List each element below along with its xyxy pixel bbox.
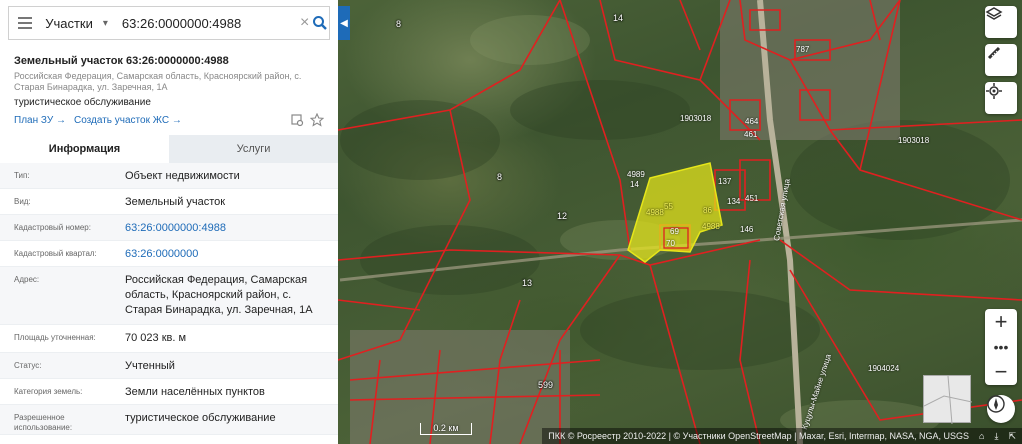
plot-label: 464 (745, 117, 759, 126)
object-address: Российская Федерация, Самарская область,… (14, 71, 302, 92)
map-label: 8 (396, 19, 402, 29)
map-label: 8 (497, 172, 503, 182)
quarter-label: 1904024 (868, 364, 900, 373)
plot-label: 69 (670, 227, 679, 236)
locate-button[interactable] (985, 82, 1017, 114)
layers-button[interactable] (985, 6, 1017, 38)
chevron-down-icon[interactable]: ▾ (103, 18, 108, 29)
crosshair-icon (986, 83, 1002, 99)
object-purpose: туристическое обслуживание (14, 97, 151, 108)
plot-label: 461 (744, 130, 758, 139)
info-key: Статус: (14, 361, 42, 370)
info-row: Разрешенное использование: туристическое… (0, 405, 338, 435)
plot-label: 787 (796, 45, 810, 54)
info-row: Статус: Учтенный (0, 353, 338, 379)
info-key: Кадастровый квартал: (14, 249, 97, 258)
map-label: 599 (538, 380, 554, 390)
search-category[interactable]: Участки (45, 16, 93, 31)
map-label: 13 (522, 278, 533, 288)
scale-bar: 0.2 км (420, 423, 472, 435)
measure-button[interactable] (985, 44, 1017, 76)
info-key: Тип: (14, 171, 30, 180)
info-value: туристическое обслуживание (125, 412, 276, 424)
plot-label: 146 (740, 225, 754, 234)
map-label: 12 (557, 211, 568, 221)
search-icon (313, 16, 328, 30)
info-row: Кадастровый номер: 63:26:0000000:4988 (0, 215, 338, 241)
quarter-label: 1903018 (680, 114, 712, 123)
layers-icon (985, 7, 1003, 20)
plot-label: 14 (630, 180, 639, 189)
parcel-label: 86 (703, 206, 712, 215)
info-key: Вид: (14, 197, 31, 206)
info-value: Земли населённых пунктов (125, 386, 265, 398)
plot-label: 137 (718, 177, 732, 186)
chevron-left-icon: ◀ (340, 17, 348, 29)
cadastral-number-link[interactable]: 63:26:0000000:4988 (125, 221, 325, 236)
info-table: Тип: Объект недвижимости Вид: Земельный … (0, 163, 338, 435)
menu-icon[interactable] (17, 6, 33, 40)
tab-services[interactable]: Услуги (169, 135, 338, 163)
info-row: Адрес: Российская Федерация, Самарская о… (0, 267, 338, 325)
clear-icon[interactable]: × (298, 14, 312, 32)
create-plot-link[interactable]: Создать участок ЖС → (74, 115, 182, 126)
expand-icon[interactable]: ⇱ (1008, 431, 1016, 442)
info-value: Объект недвижимости (125, 170, 240, 182)
parcel-label: 4988 (702, 222, 720, 231)
info-value: 70 023 кв. м (125, 332, 187, 344)
download-icon[interactable]: ⤓ (994, 431, 998, 442)
info-value: Земельный участок (125, 196, 226, 208)
attribution-text: ПКК © Росреестр 2010-2022 | © Участники … (548, 431, 970, 441)
plot-label: 451 (745, 194, 759, 203)
search-input[interactable] (121, 8, 298, 38)
cadastral-quarter-link[interactable]: 63:26:0000000 (125, 247, 325, 262)
info-key: Разрешенное использование: (14, 413, 73, 432)
map-label: 14 (613, 13, 624, 23)
info-value: Российская Федерация, Самарская область,… (125, 274, 313, 316)
panel-tabs: Информация Услуги (0, 135, 338, 163)
info-key: Кадастровый номер: (14, 223, 91, 232)
plot-label: 4989 (627, 170, 645, 179)
star-icon[interactable] (309, 112, 325, 127)
info-row: Тип: Объект недвижимости (0, 163, 338, 189)
info-row: Кадастровый квартал: 63:26:0000000 (0, 241, 338, 267)
quarter-label: 1903018 (898, 136, 930, 145)
parcel-label: 4988 (646, 208, 664, 217)
info-row: Вид: Земельный участок (0, 189, 338, 215)
zoom-out-button[interactable]: − (985, 359, 1017, 385)
tab-info[interactable]: Информация (0, 135, 169, 163)
print-icon[interactable] (290, 113, 304, 127)
home-icon[interactable]: ⌂ (979, 431, 984, 441)
info-row: Категория земель: Земли населённых пункт… (0, 379, 338, 405)
collapse-panel-button[interactable]: ◀ (338, 6, 350, 40)
info-key: Адрес: (14, 275, 40, 284)
plot-label: 70 (666, 239, 675, 248)
plan-link[interactable]: План ЗУ → (14, 115, 66, 126)
search-bar: Участки ▾ × (8, 6, 330, 40)
basemap-switcher[interactable] (923, 375, 972, 424)
info-value: Учтенный (125, 360, 175, 372)
info-panel: Участки ▾ × Земельный участок 63:26:0000… (0, 0, 338, 444)
info-key: Площадь уточненная: (14, 333, 96, 342)
more-icon[interactable]: ••• (985, 334, 1017, 360)
attribution: ПКК © Росреестр 2010-2022 | © Участники … (542, 428, 1022, 444)
zoom-control: + ••• − (985, 309, 1017, 385)
info-row: Площадь уточненная: 70 023 кв. м (0, 325, 338, 353)
info-key: Категория земель: (14, 387, 83, 396)
parcel-label: 55 (664, 202, 673, 211)
ruler-icon (987, 46, 1001, 60)
object-title: Земельный участок 63:26:0000000:4988 (14, 55, 229, 67)
plot-label: 134 (727, 197, 741, 206)
compass-icon[interactable] (987, 395, 1015, 423)
zoom-in-button[interactable]: + (985, 309, 1017, 335)
search-button[interactable] (311, 8, 329, 38)
